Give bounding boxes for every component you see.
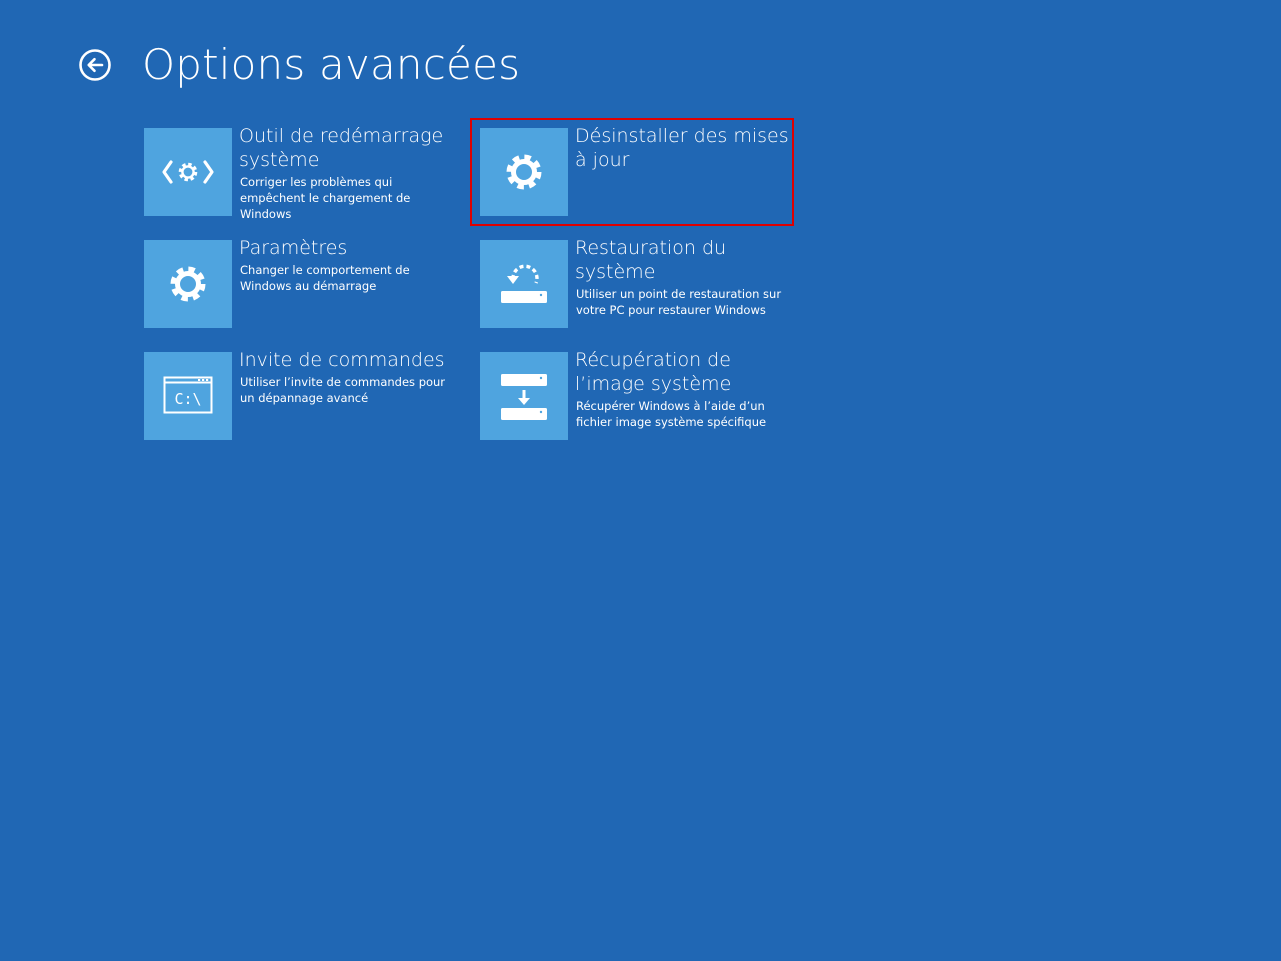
tile-icon-box	[480, 240, 568, 328]
tile-command-prompt[interactable]: C:\ Invite de commandes Utiliser l’invit…	[144, 349, 458, 440]
startup-repair-icon	[162, 160, 214, 184]
tile-description: Récupérer Windows à l’aide d’un fichier …	[576, 399, 767, 429]
tile-system-restore[interactable]: Restauration du système Utiliser un poin…	[480, 237, 794, 328]
tile-title: Outil de redémarrage système	[239, 125, 444, 171]
command-prompt-icon: C:\	[163, 376, 213, 414]
tile-description: Utiliser l’invite de commandes pour un d…	[240, 375, 446, 405]
tile-startup-settings[interactable]: Paramètres Changer le comportement de Wi…	[144, 237, 458, 328]
tile-startup-repair[interactable]: Outil de redémarrage système Corriger le…	[144, 125, 458, 221]
tile-description: Utiliser un point de restauration sur vo…	[576, 287, 782, 317]
tile-icon-box	[144, 128, 232, 216]
tile-title: Récupération de l’image système	[575, 349, 732, 395]
tile-icon-box	[480, 352, 568, 440]
gear-icon	[170, 266, 206, 302]
tile-system-image-recovery[interactable]: Récupération de l’image système Récupére…	[480, 349, 794, 440]
tile-description: Corriger les problèmes qui empêchent le …	[240, 175, 411, 221]
back-arrow-circle-icon	[79, 49, 111, 81]
tile-icon-box: C:\	[144, 352, 232, 440]
back-button[interactable]	[78, 48, 112, 82]
system-image-recovery-icon	[501, 374, 547, 420]
tile-description: Changer le comportement de Windows au dé…	[240, 263, 410, 293]
tile-title: Invite de commandes	[239, 349, 445, 371]
command-prompt-icon-text: C:\	[174, 390, 201, 408]
tile-icon-box	[144, 240, 232, 328]
advanced-options-screen: Options avancées Outil de redémarrage sy…	[0, 0, 1281, 961]
tile-title: Paramètres	[239, 237, 348, 259]
system-restore-icon	[501, 264, 547, 303]
tile-title: Restauration du système	[575, 237, 727, 283]
highlight-frame	[470, 118, 794, 226]
page-title: Options avancées	[142, 40, 521, 89]
